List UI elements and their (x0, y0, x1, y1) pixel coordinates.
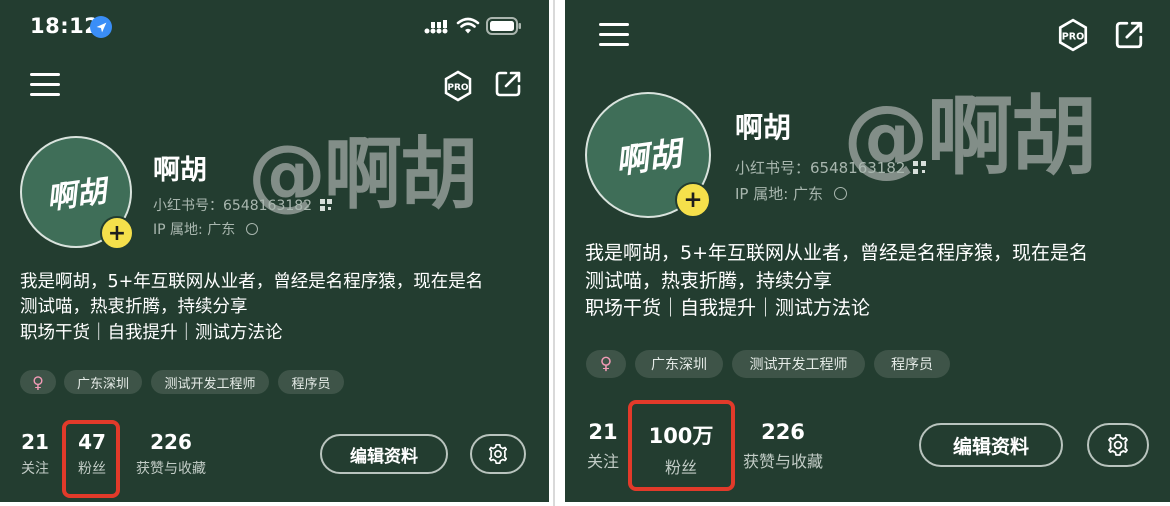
status-time: 18:12 (30, 14, 100, 38)
location-arrow-icon (90, 16, 112, 38)
stat-likes[interactable]: 226 获赞与收藏 (130, 430, 212, 478)
stat-following[interactable]: 21 关注 (585, 420, 621, 472)
followers-highlight-box (628, 400, 735, 491)
ip-location-text: IP 属地: 广东 (153, 222, 236, 238)
tag-location[interactable]: 广东深圳 (64, 370, 142, 394)
edit-profile-button[interactable]: 编辑资料 (320, 434, 448, 474)
gear-icon (488, 444, 508, 464)
add-story-button[interactable]: + (675, 182, 711, 218)
settings-button[interactable] (470, 434, 526, 474)
avatar-text: 啊胡 (44, 173, 109, 217)
tag-location[interactable]: 广东深圳 (635, 350, 723, 378)
pro-badge-icon[interactable]: PRO (442, 70, 474, 102)
bio-line: 我是啊胡，5+年互联网从业者，曾经是名程序猿，现在是名 (585, 242, 1089, 264)
profile-panel-before: 18:12 PRO @啊胡 啊胡 + 啊胡 小红书号：6548163182 IP… (0, 0, 549, 502)
plus-icon: + (107, 220, 127, 246)
add-story-button[interactable]: + (100, 216, 134, 250)
following-count: 21 (21, 430, 49, 454)
bio-line: 我是啊胡，5+年互联网从业者，曾经是名程序猿，现在是名 (20, 272, 484, 292)
pro-label: PRO (447, 83, 469, 93)
pro-badge-icon[interactable]: PRO (1056, 18, 1090, 52)
likes-label: 获赞与收藏 (136, 461, 206, 477)
stat-following[interactable]: 21 关注 (18, 430, 52, 478)
tag-occupation[interactable]: 测试开发工程师 (732, 350, 865, 378)
share-icon[interactable] (1114, 20, 1144, 50)
tag-occupation[interactable]: 测试开发工程师 (151, 370, 269, 394)
qr-code-icon[interactable] (319, 199, 332, 211)
ip-location-text: IP 属地: 广东 (735, 185, 824, 203)
info-icon[interactable] (833, 187, 847, 200)
pro-label: PRO (1062, 31, 1084, 42)
tag-role[interactable]: 程序员 (874, 350, 950, 378)
following-label: 关注 (21, 461, 49, 477)
likes-count: 226 (150, 430, 192, 454)
edit-profile-button[interactable]: 编辑资料 (919, 423, 1063, 467)
gender-female-icon: ♀ (20, 370, 56, 394)
wifi-icon (456, 16, 480, 36)
profile-panel-after: PRO @啊胡 啊胡 + 啊胡 小红书号：6548163182 IP 属地: 广… (565, 0, 1170, 502)
bio-line: 测试喵，热衷折腾，持续分享 (20, 297, 248, 318)
battery-icon (486, 16, 522, 36)
ip-location: IP 属地: 广东 (735, 183, 847, 204)
info-icon[interactable] (245, 223, 258, 235)
bio-line: 职场干货｜自我提升｜测试方法论 (20, 322, 283, 343)
red-id-text: 小红书号：6548163182 (153, 198, 313, 214)
following-label: 关注 (586, 452, 619, 471)
bio: 我是啊胡，5+年互联网从业者，曾经是名程序猿，现在是名 测试喵，热衷折腾，持续分… (585, 240, 1165, 323)
bio: 我是啊胡，5+年互联网从业者，曾经是名程序猿，现在是名 测试喵，热衷折腾，持续分… (20, 270, 540, 346)
qr-code-icon[interactable] (913, 161, 927, 174)
gender-female-icon: ♀ (586, 350, 626, 378)
gear-icon (1108, 434, 1128, 456)
settings-button[interactable] (1087, 423, 1149, 467)
tag-role[interactable]: 程序员 (278, 370, 344, 394)
ip-location: IP 属地: 广东 (153, 219, 258, 239)
likes-count: 226 (761, 420, 805, 444)
panel-divider (553, 0, 555, 506)
nickname: 啊胡 (153, 155, 207, 186)
likes-label: 获赞与收藏 (742, 452, 823, 471)
bio-line: 测试喵，热衷折腾，持续分享 (585, 269, 833, 292)
red-id-text: 小红书号：6548163182 (735, 159, 906, 177)
avatar-text: 啊胡 (612, 133, 684, 182)
red-id: 小红书号：6548163182 (153, 195, 332, 215)
red-id: 小红书号：6548163182 (735, 157, 927, 178)
share-icon[interactable] (494, 70, 522, 98)
stat-likes[interactable]: 226 获赞与收藏 (737, 420, 829, 472)
followers-highlight-box (62, 420, 120, 498)
nickname: 啊胡 (735, 111, 792, 144)
bio-line: 职场干货｜自我提升｜测试方法论 (585, 297, 871, 320)
plus-icon: + (683, 187, 703, 213)
menu-icon[interactable] (599, 22, 629, 46)
following-count: 21 (588, 420, 618, 444)
menu-icon[interactable] (30, 72, 60, 96)
signal-icon (424, 18, 450, 36)
